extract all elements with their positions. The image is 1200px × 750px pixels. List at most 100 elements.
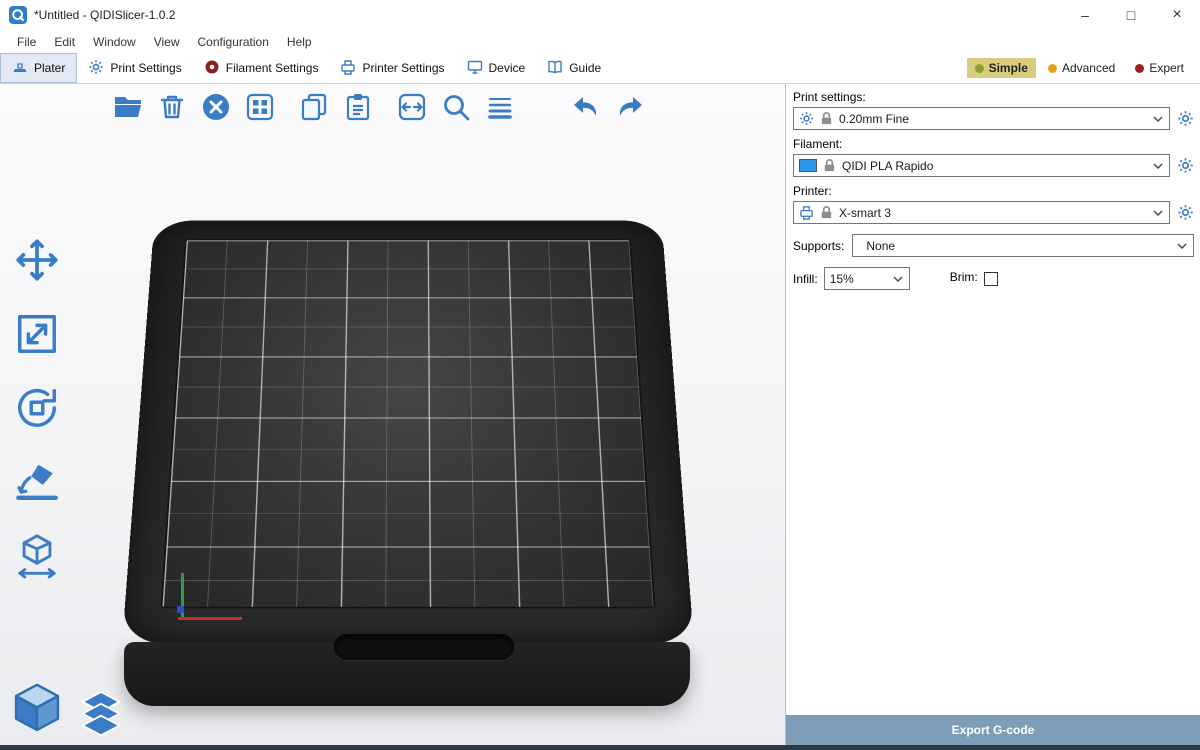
- export-gcode-button[interactable]: Export G-code: [786, 715, 1200, 745]
- tab-filament-settings[interactable]: Filament Settings: [193, 53, 330, 83]
- tab-label: Print Settings: [110, 61, 181, 75]
- menu-file[interactable]: File: [8, 33, 45, 51]
- move-icon: [14, 237, 60, 286]
- lock-icon: [819, 205, 834, 220]
- mode-simple[interactable]: Simple: [967, 58, 1036, 78]
- filament-color-swatch: [799, 159, 817, 172]
- redo-button[interactable]: [608, 86, 652, 130]
- tabbar: Plater Print Settings Filament Settings …: [0, 53, 1200, 84]
- tab-guide[interactable]: Guide: [536, 53, 612, 83]
- mode-label: Advanced: [1062, 61, 1115, 75]
- gizmo-toolbar: [10, 234, 64, 584]
- open-folder-icon: [112, 91, 144, 126]
- view-switcher: [8, 680, 126, 738]
- tab-plater[interactable]: Plater: [0, 53, 77, 83]
- arrange-icon: [244, 91, 276, 126]
- rotate-icon: [14, 385, 60, 434]
- lock-icon: [822, 158, 837, 173]
- menu-configuration[interactable]: Configuration: [189, 33, 278, 51]
- printer-gear-button[interactable]: [1176, 204, 1194, 221]
- print-settings-select[interactable]: 0.20mm Fine: [793, 107, 1170, 130]
- brim-checkbox[interactable]: [984, 272, 998, 286]
- place-on-face-tool-button[interactable]: [10, 456, 64, 510]
- maximize-button[interactable]: □: [1108, 0, 1154, 30]
- scale-icon: [14, 311, 60, 360]
- filament-gear-button[interactable]: [1176, 157, 1194, 174]
- menu-edit[interactable]: Edit: [45, 33, 84, 51]
- mode-expert[interactable]: Expert: [1127, 58, 1192, 78]
- print-settings-value: 0.20mm Fine: [839, 112, 1146, 126]
- monitor-icon: [467, 59, 483, 78]
- window-controls: – □ ×: [1062, 0, 1200, 30]
- window-title: *Untitled - QIDISlicer-1.0.2: [34, 8, 175, 22]
- supports-select[interactable]: None: [852, 234, 1194, 257]
- delete-button[interactable]: [150, 86, 194, 130]
- undo-button[interactable]: [564, 86, 608, 130]
- copy-icon: [298, 91, 330, 126]
- mode-selector: Simple Advanced Expert: [967, 53, 1200, 83]
- bed-frame: [122, 221, 694, 644]
- infill-value: 15%: [830, 272, 886, 286]
- copy-button[interactable]: [292, 86, 336, 130]
- preview-layers-view-button[interactable]: [76, 688, 126, 738]
- chevron-down-icon: [891, 276, 905, 282]
- menu-window[interactable]: Window: [84, 33, 145, 51]
- filament-select[interactable]: QIDI PLA Rapido: [793, 154, 1170, 177]
- variable-layer-height-button[interactable]: [478, 86, 522, 130]
- z-axis-indicator: [177, 606, 184, 613]
- move-tool-button[interactable]: [10, 234, 64, 288]
- tab-device[interactable]: Device: [456, 53, 537, 83]
- chevron-down-icon: [1151, 163, 1165, 169]
- tab-label: Guide: [569, 61, 601, 75]
- printer-bed: [118, 162, 698, 644]
- printer-label: Printer:: [793, 184, 1194, 198]
- undo-icon: [570, 91, 602, 126]
- tab-print-settings[interactable]: Print Settings: [77, 53, 192, 83]
- 3d-viewport[interactable]: [0, 84, 785, 750]
- scale-tool-button[interactable]: [10, 308, 64, 362]
- infill-label: Infill:: [793, 272, 818, 286]
- x-axis-indicator: [178, 617, 242, 620]
- rotate-tool-button[interactable]: [10, 382, 64, 436]
- trash-icon: [156, 91, 188, 126]
- delete-all-button[interactable]: [194, 86, 238, 130]
- redo-icon: [614, 91, 646, 126]
- arrange-button[interactable]: [238, 86, 282, 130]
- tab-label: Filament Settings: [226, 61, 319, 75]
- open-folder-button[interactable]: [106, 86, 150, 130]
- 3d-editor-view-button[interactable]: [8, 680, 66, 738]
- print-settings-gear-button[interactable]: [1176, 110, 1194, 127]
- print-settings-label: Print settings:: [793, 90, 1194, 104]
- close-button[interactable]: ×: [1154, 0, 1200, 30]
- expert-mode-dot-icon: [1135, 64, 1144, 73]
- measure-tool-button[interactable]: [10, 530, 64, 584]
- paste-button[interactable]: [336, 86, 380, 130]
- menubar: File Edit Window View Configuration Help: [0, 30, 1200, 53]
- search-button[interactable]: [434, 86, 478, 130]
- book-icon: [547, 59, 563, 78]
- mode-advanced[interactable]: Advanced: [1040, 58, 1123, 78]
- 3d-cube-icon: [8, 680, 66, 738]
- bed-grid-plate: [160, 239, 655, 608]
- menu-view[interactable]: View: [145, 33, 189, 51]
- titlebar: *Untitled - QIDISlicer-1.0.2 – □ ×: [0, 0, 1200, 30]
- paste-icon: [342, 91, 374, 126]
- measure-icon: [14, 533, 60, 582]
- supports-value: None: [858, 239, 1170, 253]
- supports-label: Supports:: [793, 239, 844, 253]
- split-button[interactable]: [390, 86, 434, 130]
- tab-printer-settings[interactable]: Printer Settings: [329, 53, 455, 83]
- minimize-button[interactable]: –: [1062, 0, 1108, 30]
- infill-select[interactable]: 15%: [824, 267, 910, 290]
- menu-help[interactable]: Help: [278, 33, 321, 51]
- printer-select[interactable]: X-smart 3: [793, 201, 1170, 224]
- bottom-edge-bar: [0, 745, 1200, 750]
- place-on-face-icon: [14, 459, 60, 508]
- printer-icon: [340, 59, 356, 78]
- settings-sidebar: Print settings: 0.20mm Fine Filament: QI…: [785, 84, 1200, 750]
- printer-icon: [799, 205, 814, 220]
- gear-icon: [88, 59, 104, 78]
- chevron-down-icon: [1151, 210, 1165, 216]
- filament-label: Filament:: [793, 137, 1194, 151]
- advanced-mode-dot-icon: [1048, 64, 1057, 73]
